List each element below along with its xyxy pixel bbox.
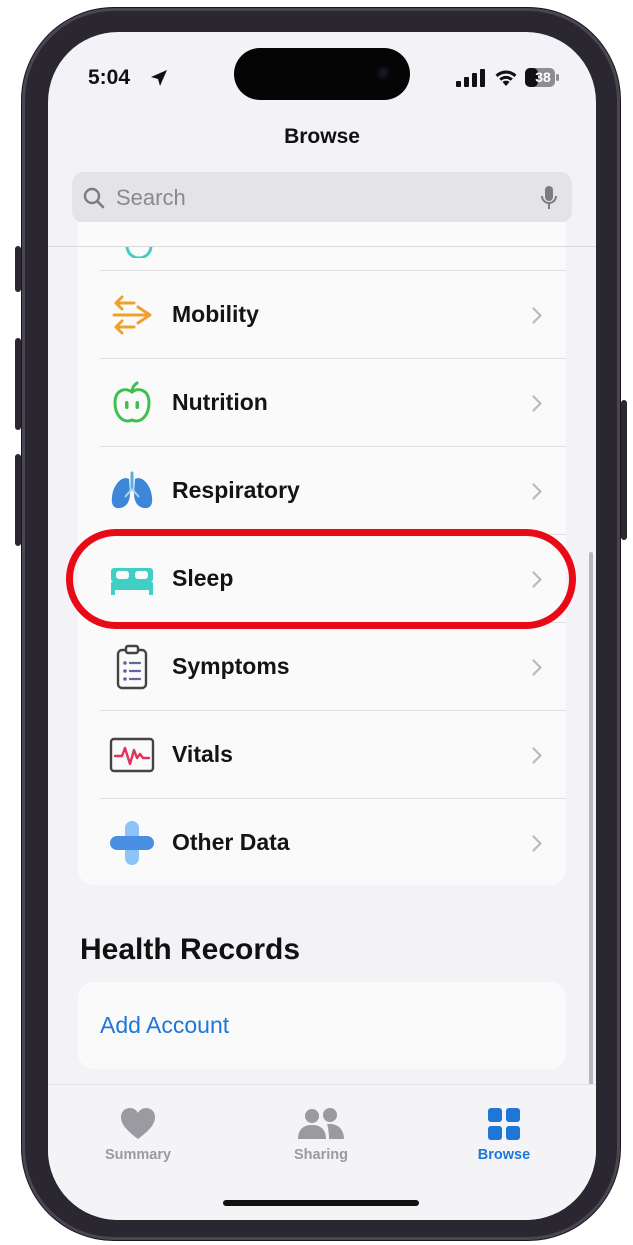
sleep-highlight-annotation [66, 529, 576, 629]
tab-summary[interactable]: Summary [78, 1107, 198, 1163]
category-label: Other Data [172, 829, 290, 855]
search-icon [83, 187, 105, 209]
chevron-right-icon [532, 483, 542, 500]
volume-up-button [15, 338, 21, 430]
plus-icon [110, 821, 154, 865]
clock: 5:04 [88, 66, 131, 89]
category-row-mobility[interactable]: Mobility [78, 271, 566, 358]
status-bar: 5:04 38 [48, 32, 596, 122]
chevron-right-icon [532, 395, 542, 412]
clipboard-list-icon [116, 644, 148, 690]
category-label: Respiratory [172, 477, 300, 503]
tab-label: Summary [104, 1147, 172, 1163]
chevron-right-icon [532, 659, 542, 676]
header-divider [48, 246, 596, 247]
battery-level: 38 [535, 69, 551, 85]
partial-category-icon [125, 246, 153, 258]
heart-rate-monitor-icon [109, 737, 155, 773]
tab-label: Sharing [294, 1147, 348, 1163]
health-records-title: Health Records [80, 933, 301, 966]
health-records-card: Add Account [78, 982, 566, 1069]
tab-label: Browse [477, 1147, 531, 1163]
power-button [621, 400, 627, 540]
wifi-icon [495, 70, 517, 86]
search-field[interactable]: Search [72, 172, 572, 223]
tab-browse[interactable]: Browse [444, 1107, 564, 1163]
tab-sharing[interactable]: Sharing [261, 1107, 381, 1163]
search-input[interactable]: Search [116, 172, 186, 223]
chevron-right-icon [532, 835, 542, 852]
location-arrow-icon [151, 70, 167, 86]
heart-icon [121, 1108, 155, 1139]
category-label: Symptoms [172, 653, 290, 679]
cellular-signal-icon [456, 69, 485, 87]
lungs-icon [111, 471, 153, 509]
chevron-right-icon [532, 747, 542, 764]
apple-icon [113, 381, 151, 423]
category-row-symptoms[interactable]: Symptoms [78, 623, 566, 710]
scrollbar[interactable] [589, 552, 593, 1095]
volume-down-button [15, 454, 21, 546]
add-account-link[interactable]: Add Account [100, 982, 229, 1069]
people-icon [298, 1108, 344, 1139]
category-row-nutrition[interactable]: Nutrition [78, 359, 566, 446]
chevron-right-icon [532, 307, 542, 324]
action-button [15, 246, 21, 292]
home-indicator[interactable] [223, 1200, 419, 1206]
category-label: Nutrition [172, 389, 268, 415]
category-row-respiratory[interactable]: Respiratory [78, 447, 566, 534]
camera-icon [376, 66, 390, 80]
category-row-other-data[interactable]: Other Data [78, 799, 566, 886]
category-label: Mobility [172, 301, 259, 327]
mobility-arrows-icon [112, 295, 152, 335]
page-title: Browse [284, 125, 360, 148]
screen: 5:04 38 Browse Search Mobility Nutrition… [48, 32, 596, 1220]
grid-icon [488, 1108, 520, 1140]
microphone-icon[interactable] [540, 185, 558, 211]
category-label: Vitals [172, 741, 233, 767]
category-row-vitals[interactable]: Vitals [78, 711, 566, 798]
